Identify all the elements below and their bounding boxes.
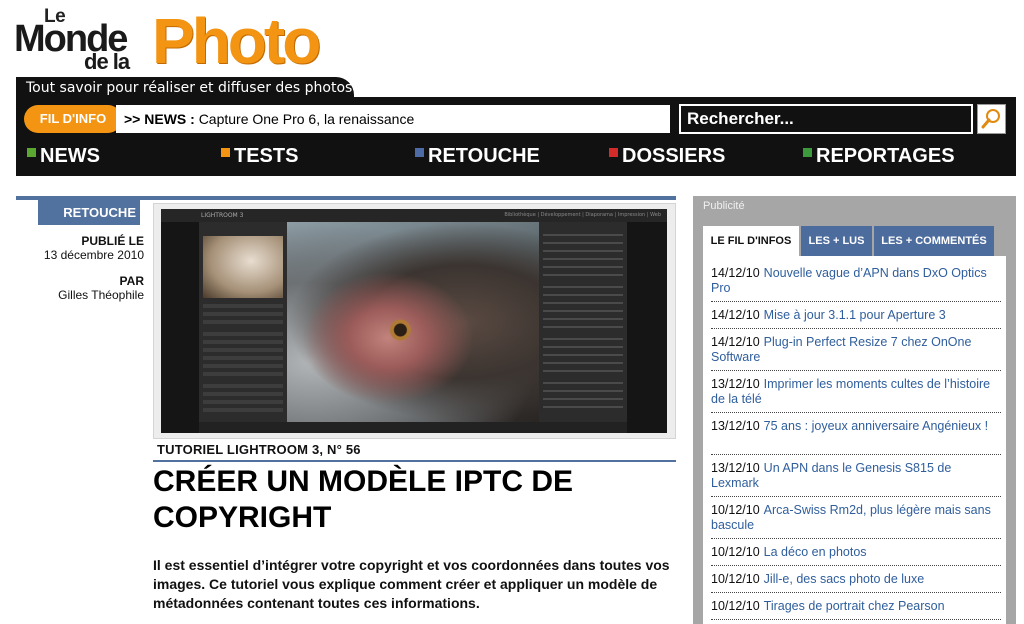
news-title-link[interactable]: Jill-e, des sacs photo de luxe: [764, 572, 925, 586]
list-item[interactable]: 14/12/10 Nouvelle vague d’APN dans DxO Op…: [711, 266, 1001, 296]
nav-label: NEWS: [40, 145, 100, 167]
tab-fil-infos[interactable]: LE FIL D'INFOS: [703, 226, 799, 256]
nav-reportages[interactable]: REPORTAGES: [803, 141, 955, 171]
list-item[interactable]: 13/12/10 75 ans : joyeux anniversaire Ang…: [711, 419, 1001, 434]
lightroom-filmstrip: [199, 422, 627, 433]
marabou-stork-photo: [287, 222, 539, 422]
news-list: 14/12/10 Nouvelle vague d’APN dans DxO Op…: [703, 256, 1006, 624]
main-nav: NEWS TESTS RETOUCHE DOSSIERS REPORTAGES: [16, 141, 1016, 171]
news-title-link[interactable]: Tirages de portrait chez Pearson: [764, 599, 945, 613]
news-ticker[interactable]: >> NEWS : Capture One Pro 6, la renaissa…: [116, 105, 670, 133]
logo-photo: Photo: [152, 5, 321, 77]
news-date: 13/12/10: [711, 419, 760, 433]
article-headline: CRÉER UN MODÈLE IPTC DE COPYRIGHT: [153, 465, 574, 534]
fil-info-badge[interactable]: FIL D'INFO: [24, 105, 122, 133]
news-date: 10/12/10: [711, 503, 760, 517]
lightroom-title: LIGHTROOM 3: [201, 212, 244, 219]
magnifier-icon: [981, 109, 1000, 129]
ticker-prefix: >> NEWS :: [124, 111, 195, 127]
list-item[interactable]: 10/12/10 Tirages de portrait chez Pearson: [711, 599, 1001, 614]
header-bar: FIL D'INFO >> NEWS : Capture One Pro 6, …: [16, 97, 1016, 176]
nav-label: TESTS: [234, 145, 299, 167]
news-title-link[interactable]: La déco en photos: [764, 545, 867, 559]
list-item[interactable]: 13/12/10 Un APN dans le Genesis S815 de L…: [711, 461, 1001, 491]
news-title-link[interactable]: 75 ans : joyeux anniversaire Angénieux !: [764, 419, 988, 433]
ticker-headline[interactable]: Capture One Pro 6, la renaissance: [199, 111, 415, 127]
nav-bullet-icon: [27, 148, 36, 157]
news-date: 14/12/10: [711, 308, 760, 322]
list-item[interactable]: 13/12/10 Imprimer les moments cultes de l…: [711, 377, 1001, 407]
nav-news[interactable]: NEWS: [27, 141, 100, 171]
lightroom-screenshot: LIGHTROOM 3 Bibliothèque | Développement…: [161, 209, 667, 433]
nav-dossiers[interactable]: DOSSIERS: [609, 141, 725, 171]
author-name[interactable]: Gilles Théophile: [16, 288, 144, 302]
list-item[interactable]: 10/12/10 La déco en photos: [711, 545, 1001, 560]
search-button[interactable]: [977, 104, 1006, 134]
news-date: 10/12/10: [711, 545, 760, 559]
author-meta: PAR Gilles Théophile: [16, 274, 144, 302]
advertising-label: Publicité: [703, 200, 745, 212]
news-date: 14/12/10: [711, 335, 760, 349]
tab-plus-commentes[interactable]: LES + COMMENTÉS: [874, 226, 994, 256]
news-title-link[interactable]: Mise à jour 3.1.1 pour Aperture 3: [764, 308, 946, 322]
news-date: 13/12/10: [711, 377, 760, 391]
list-item[interactable]: 14/12/10 Plug-in Perfect Resize 7 chez On…: [711, 335, 1001, 365]
search-input[interactable]: [679, 104, 973, 134]
nav-label: RETOUCHE: [428, 145, 540, 167]
article-intro: Il est essentiel d’intégrer votre copyri…: [153, 557, 670, 611]
kicker-divider: [153, 460, 676, 462]
nav-bullet-icon: [803, 148, 812, 157]
published-meta: PUBLIÉ LE 13 décembre 2010: [16, 234, 144, 262]
nav-bullet-icon: [609, 148, 618, 157]
list-item[interactable]: 10/12/10 Arca-Swiss Rm2d, plus légère mai…: [711, 503, 1001, 533]
news-date: 10/12/10: [711, 572, 760, 586]
lightroom-metadata-panel: [539, 222, 627, 422]
site-logo[interactable]: Le Monde de la Photo: [14, 5, 354, 77]
news-date: 13/12/10: [711, 461, 760, 475]
nav-retouche[interactable]: RETOUCHE: [415, 141, 540, 171]
section-tab[interactable]: RETOUCHE: [38, 200, 140, 225]
published-label: PUBLIÉ LE: [81, 234, 144, 248]
article-image: LIGHTROOM 3 Bibliothèque | Développement…: [153, 203, 676, 439]
nav-bullet-icon: [415, 148, 424, 157]
article-kicker: TUTORIEL LIGHTROOM 3, N° 56: [157, 442, 361, 457]
list-item[interactable]: 10/12/10 Jill-e, des sacs photo de luxe: [711, 572, 1001, 587]
list-item[interactable]: 14/12/10 Mise à jour 3.1.1 pour Aperture …: [711, 308, 1001, 323]
nav-tests[interactable]: TESTS: [221, 141, 298, 171]
lightroom-left-panel: [199, 222, 287, 422]
nav-bullet-icon: [221, 148, 230, 157]
news-date: 14/12/10: [711, 266, 760, 280]
logo-de-la: de la: [84, 49, 130, 74]
nav-label: REPORTAGES: [816, 145, 955, 167]
published-date: 13 décembre 2010: [43, 248, 144, 262]
right-sidebar: Publicité LE FIL D'INFOS LES + LUS LES +…: [693, 196, 1016, 624]
news-date: 10/12/10: [711, 599, 760, 613]
author-label: PAR: [119, 274, 144, 288]
nav-label: DOSSIERS: [622, 145, 726, 167]
navigator-thumbnail: [203, 236, 283, 298]
tab-plus-lus[interactable]: LES + LUS: [801, 226, 872, 256]
lightroom-modules: Bibliothèque | Développement | Diaporama…: [504, 212, 661, 218]
